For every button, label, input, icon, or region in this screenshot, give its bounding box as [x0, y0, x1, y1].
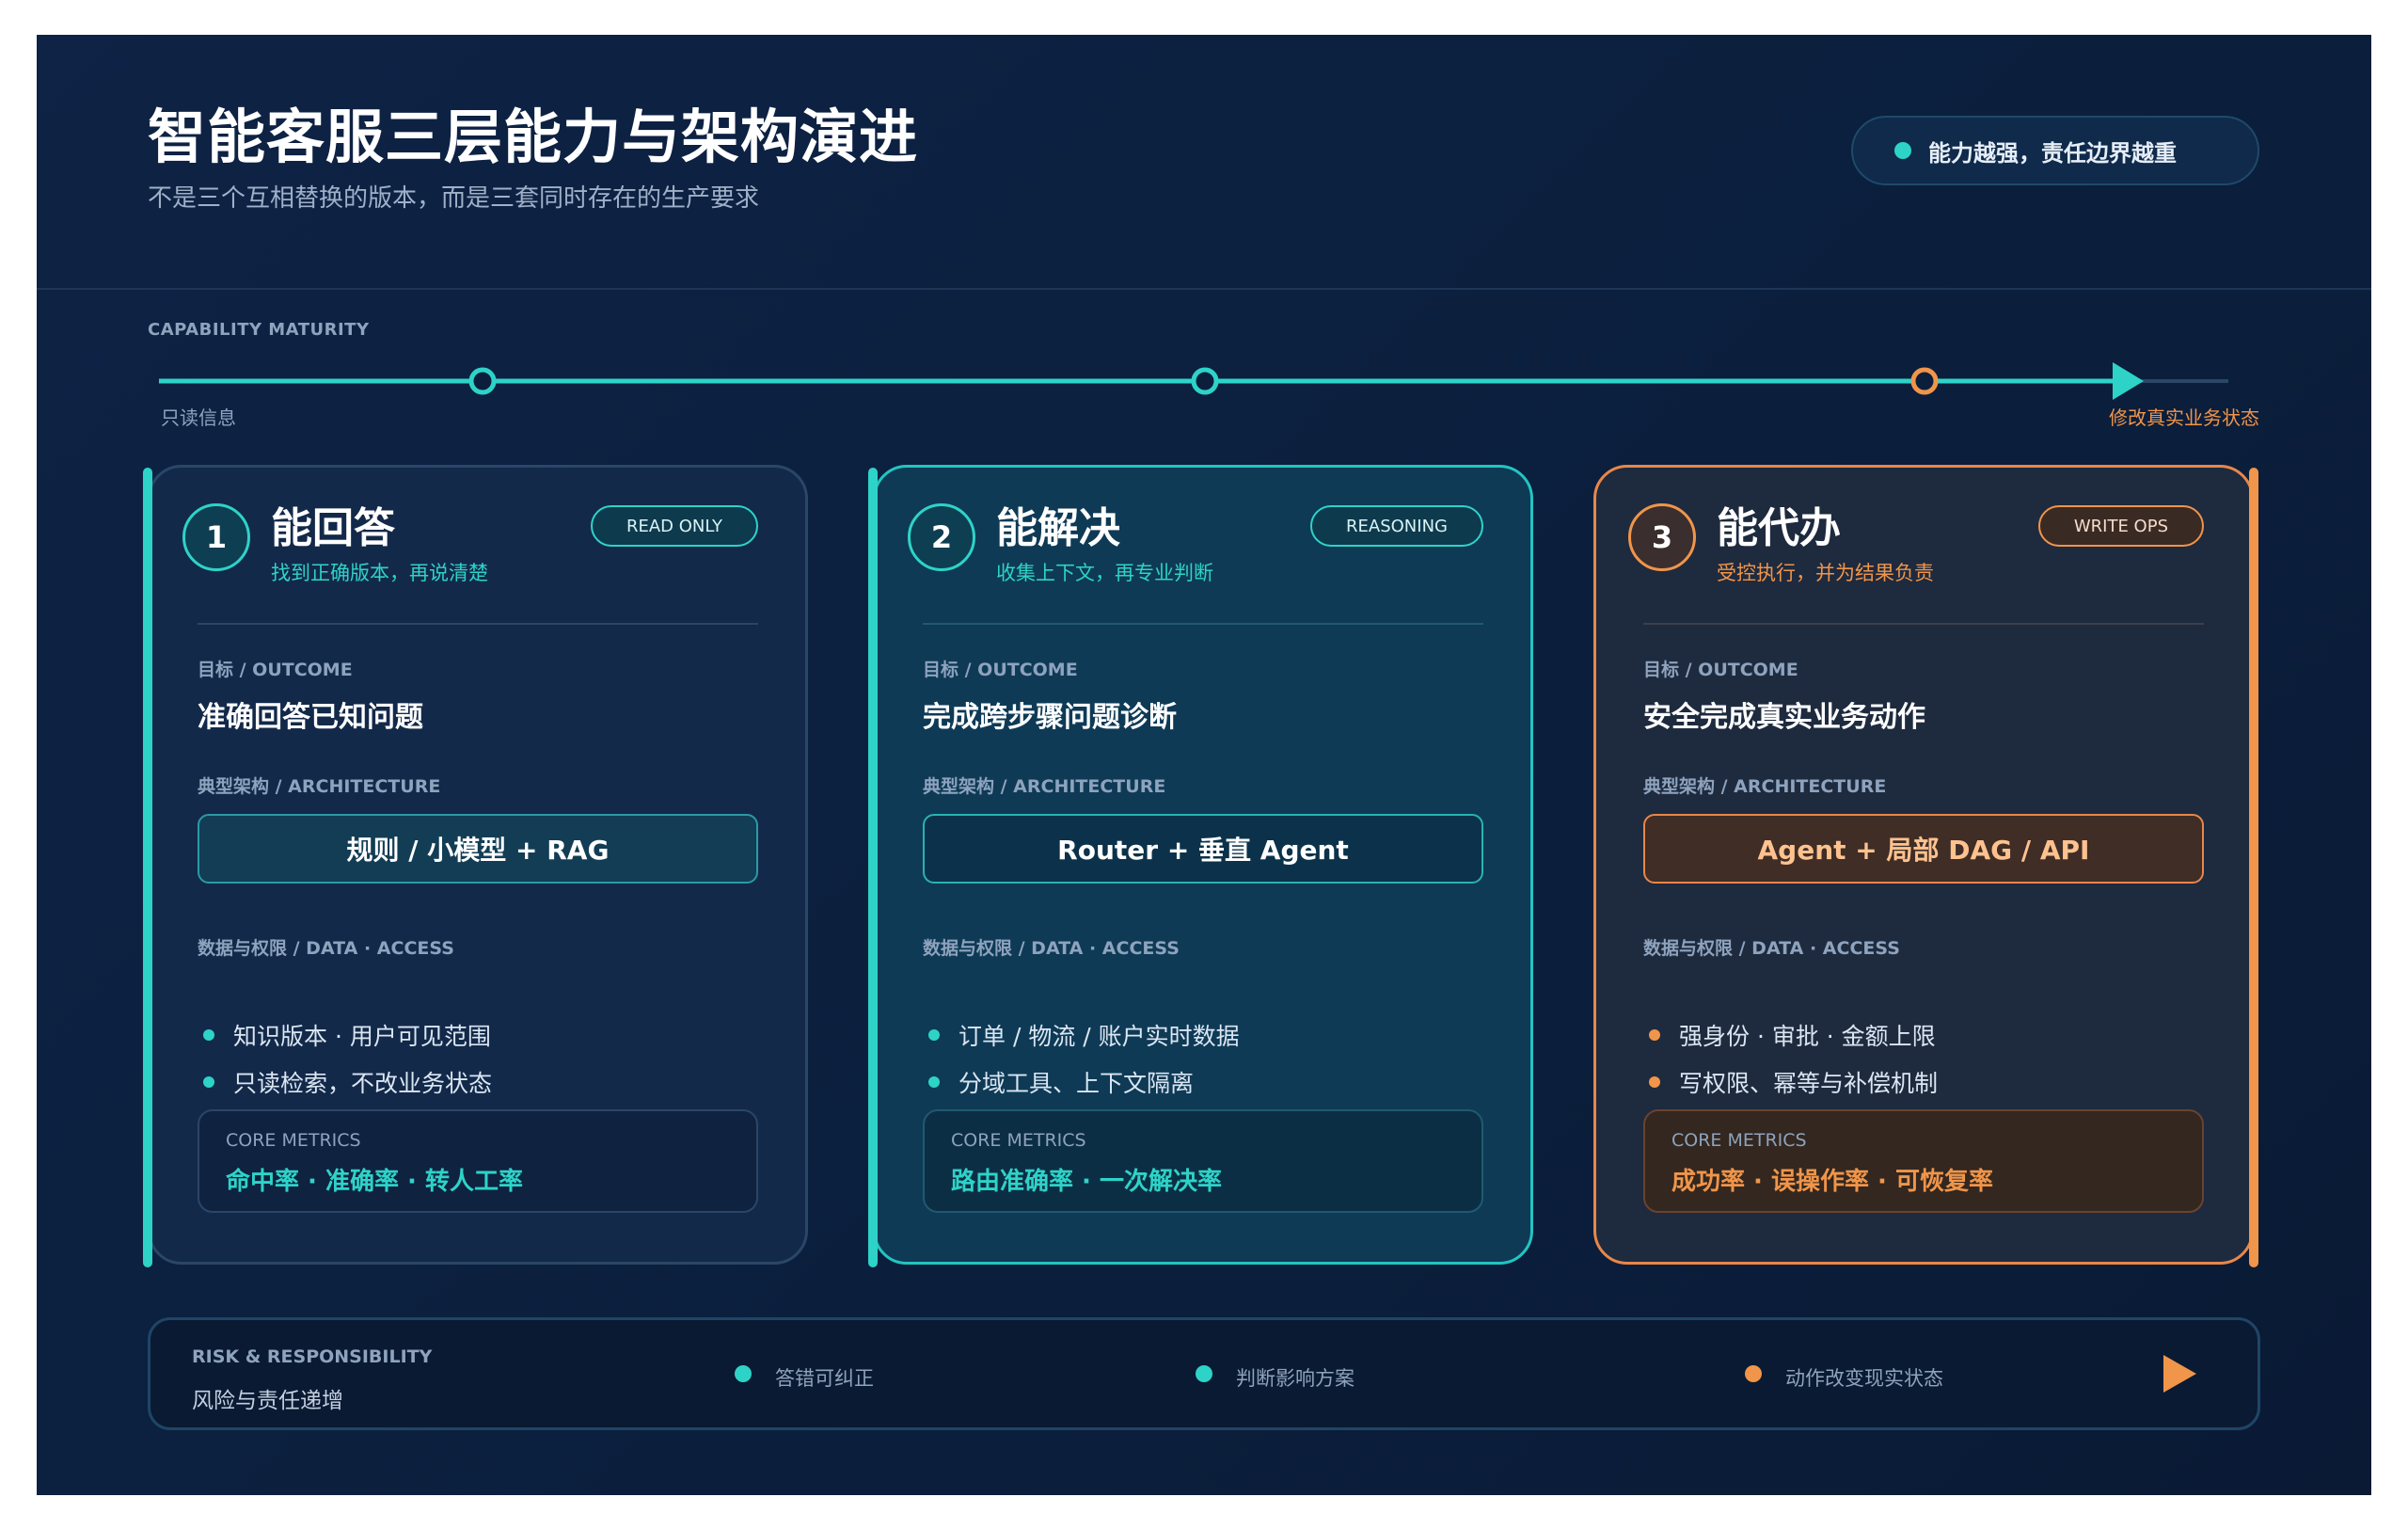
- status-dot-icon: [1894, 142, 1911, 159]
- architecture-label: 典型架构 / ARCHITECTURE: [198, 776, 441, 797]
- card-accent-bar: [2249, 468, 2258, 1267]
- maturity-start-label: 只读信息: [161, 406, 236, 429]
- core-metrics-values: 成功率 · 误操作率 · 可恢复率: [1671, 1168, 1993, 1196]
- bullet-dot-icon: [928, 1029, 940, 1041]
- timeline-node-2: [1191, 367, 1219, 395]
- card-title: 能解决: [996, 504, 1120, 552]
- list-item: 强身份 · 审批 · 金额上限: [1643, 1011, 1938, 1059]
- capability-card-solve: 2 能解决 收集上下文，再专业判断 REASONING 目标 / OUTCOME…: [868, 465, 1533, 1267]
- architecture-label: 典型架构 / ARCHITECTURE: [923, 776, 1166, 797]
- architecture-box: Agent + 局部 DAG / API: [1643, 814, 2204, 884]
- risk-arrow-icon: [2163, 1355, 2196, 1393]
- risk-node-1: [735, 1365, 752, 1382]
- diagram-canvas: 智能客服三层能力与架构演进 不是三个互相替换的版本，而是三套同时存在的生产要求 …: [37, 35, 2371, 1495]
- callout-pill: 能力越强，责任边界越重: [1851, 116, 2259, 185]
- bullet-dot-icon: [1649, 1029, 1660, 1041]
- step-number: 3: [1628, 503, 1696, 571]
- card-divider: [198, 623, 758, 625]
- list-item: 只读检索，不改业务状态: [198, 1059, 492, 1106]
- timeline-node-3: [1910, 367, 1939, 395]
- card-subtitle: 找到正确版本，再说清楚: [271, 562, 488, 584]
- core-metrics-label: CORE METRICS: [226, 1130, 361, 1151]
- risk-item: 判断影响方案: [1236, 1367, 1354, 1390]
- goal-label: 目标 / OUTCOME: [923, 660, 1078, 680]
- card-title: 能回答: [271, 504, 395, 552]
- goal-text: 安全完成真实业务动作: [1643, 701, 1925, 734]
- risk-label: RISK & RESPONSIBILITY: [192, 1346, 433, 1367]
- data-access-list: 知识版本 · 用户可见范围 只读检索，不改业务状态: [198, 1011, 492, 1106]
- architecture-box: 规则 / 小模型 + RAG: [198, 814, 758, 884]
- risk-node-3: [1745, 1365, 1762, 1382]
- data-access-label: 数据与权限 / DATA · ACCESS: [198, 938, 454, 959]
- list-item: 分域工具、上下文隔离: [923, 1059, 1240, 1106]
- capability-card-answer: 1 能回答 找到正确版本，再说清楚 READ ONLY 目标 / OUTCOME…: [143, 465, 808, 1267]
- goal-text: 准确回答已知问题: [198, 701, 423, 734]
- goal-label: 目标 / OUTCOME: [1643, 660, 1798, 680]
- list-item: 知识版本 · 用户可见范围: [198, 1011, 492, 1059]
- list-item: 订单 / 物流 / 账户实时数据: [923, 1011, 1240, 1059]
- step-number: 2: [908, 503, 975, 571]
- core-metrics-label: CORE METRICS: [951, 1130, 1086, 1151]
- data-access-label: 数据与权限 / DATA · ACCESS: [1643, 938, 1900, 959]
- card-subtitle: 收集上下文，再专业判断: [996, 562, 1213, 584]
- risk-subtitle: 风险与责任递增: [192, 1389, 343, 1413]
- page-subtitle: 不是三个互相替换的版本，而是三套同时存在的生产要求: [148, 184, 760, 213]
- core-metrics-label: CORE METRICS: [1671, 1130, 1807, 1151]
- core-metrics-box: CORE METRICS 成功率 · 误操作率 · 可恢复率: [1643, 1109, 2204, 1213]
- data-access-list: 订单 / 物流 / 账户实时数据 分域工具、上下文隔离: [923, 1011, 1240, 1106]
- core-metrics-values: 命中率 · 准确率 · 转人工率: [226, 1168, 523, 1196]
- bullet-dot-icon: [928, 1076, 940, 1088]
- core-metrics-box: CORE METRICS 路由准确率 · 一次解决率: [923, 1109, 1483, 1213]
- data-access-label: 数据与权限 / DATA · ACCESS: [923, 938, 1180, 959]
- architecture-label: 典型架构 / ARCHITECTURE: [1643, 776, 1887, 797]
- risk-panel: RISK & RESPONSIBILITY 风险与责任递增 答错可纠正 判断影响…: [148, 1317, 2260, 1430]
- card-accent-bar: [868, 468, 878, 1267]
- card-subtitle: 受控执行，并为结果负责: [1717, 562, 1934, 584]
- mode-badge: REASONING: [1310, 505, 1483, 547]
- maturity-axis-label: CAPABILITY MATURITY: [148, 320, 370, 340]
- card-divider: [923, 623, 1483, 625]
- timeline-arrow-icon: [2113, 362, 2144, 400]
- card-divider: [1643, 623, 2204, 625]
- risk-item: 动作改变现实状态: [1785, 1367, 1943, 1390]
- capability-card-execute: 3 能代办 受控执行，并为结果负责 WRITE OPS 目标 / OUTCOME…: [1593, 465, 2258, 1267]
- bullet-dot-icon: [1649, 1076, 1660, 1088]
- timeline-node-1: [468, 367, 497, 395]
- maturity-timeline: [159, 362, 2228, 400]
- goal-label: 目标 / OUTCOME: [198, 660, 353, 680]
- architecture-box: Router + 垂直 Agent: [923, 814, 1483, 884]
- risk-item: 答错可纠正: [775, 1367, 874, 1390]
- risk-node-2: [1196, 1365, 1212, 1382]
- step-number: 1: [182, 503, 250, 571]
- header-divider: [37, 288, 2371, 290]
- page-title: 智能客服三层能力与架构演进: [148, 103, 919, 171]
- core-metrics-box: CORE METRICS 命中率 · 准确率 · 转人工率: [198, 1109, 758, 1213]
- data-access-list: 强身份 · 审批 · 金额上限 写权限、幂等与补偿机制: [1643, 1011, 1938, 1106]
- goal-text: 完成跨步骤问题诊断: [923, 701, 1177, 734]
- mode-badge: WRITE OPS: [2037, 505, 2204, 547]
- core-metrics-values: 路由准确率 · 一次解决率: [951, 1168, 1222, 1196]
- maturity-end-label: 修改真实业务状态: [2109, 406, 2259, 429]
- mode-badge: READ ONLY: [590, 505, 758, 547]
- list-item: 写权限、幂等与补偿机制: [1643, 1059, 1938, 1106]
- risk-gradient-line: [487, 1355, 2196, 1393]
- callout-pill-text: 能力越强，责任边界越重: [1928, 139, 2177, 167]
- bullet-dot-icon: [203, 1076, 214, 1088]
- card-title: 能代办: [1717, 504, 1841, 552]
- bullet-dot-icon: [203, 1029, 214, 1041]
- card-accent-bar: [143, 468, 152, 1267]
